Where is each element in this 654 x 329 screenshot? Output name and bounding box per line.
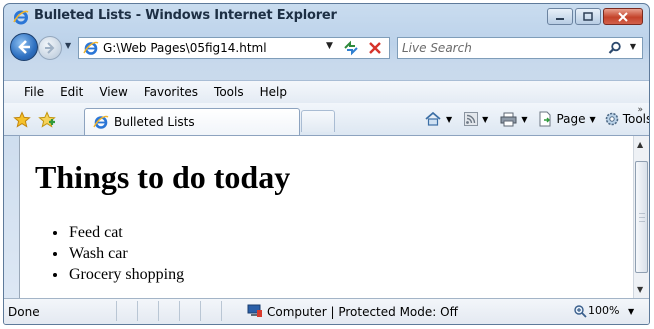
menu-file[interactable]: File — [16, 81, 52, 103]
forward-icon — [45, 42, 55, 54]
window-title: Bulleted Lists - Windows Internet Explor… — [34, 8, 337, 23]
status-panels — [116, 301, 242, 321]
menu-help[interactable]: Help — [252, 81, 295, 103]
page-content: Things to do today Feed cat Wash car Gro… — [19, 136, 633, 298]
list-item: Wash car — [68, 243, 184, 264]
feeds-icon — [464, 112, 479, 126]
zoom-icon — [574, 305, 587, 318]
page-heading: Things to do today — [35, 159, 291, 195]
tab-bulleted-lists[interactable]: Bulleted Lists — [84, 108, 300, 135]
address-url: G:\Web Pages\05fig14.html — [103, 41, 267, 55]
command-bar: ▼ ▼ ▼ Page ▼ Tools — [424, 111, 650, 127]
minimize-icon — [556, 17, 564, 20]
menu-favorites[interactable]: Favorites — [136, 81, 206, 103]
tools-menu-button[interactable]: Tools ▼ — [604, 111, 650, 127]
address-row: ▼ G:\Web Pages\05fig14.html ▼ Live Searc… — [4, 31, 649, 67]
scrollbar-thumb[interactable]: ― ― ― — [635, 161, 648, 273]
search-dropdown[interactable]: ▼ — [630, 42, 636, 51]
status-bar: Done Computer | Protected Mode: Off 100%… — [4, 298, 649, 324]
close-icon — [618, 11, 628, 22]
menu-tools[interactable]: Tools — [206, 81, 252, 103]
menu-edit[interactable]: Edit — [52, 81, 91, 103]
zoom-level[interactable]: 100% — [588, 304, 619, 317]
menu-view[interactable]: View — [91, 81, 135, 103]
page-menu-button[interactable]: Page ▼ — [537, 111, 596, 127]
back-button[interactable] — [10, 33, 38, 61]
favorites-star-icon[interactable] — [13, 111, 31, 129]
search-icon[interactable] — [608, 41, 622, 55]
home-button[interactable]: ▼ — [424, 111, 452, 127]
page-icon — [539, 111, 551, 127]
computer-zone-icon — [247, 304, 262, 317]
status-text: Done — [8, 305, 40, 319]
title-bar: Bulleted Lists - Windows Internet Explor… — [4, 4, 649, 30]
tab-bar: Bulleted Lists ▼ ▼ ▼ Page ▼ Tools » — [4, 103, 649, 136]
recent-pages-dropdown[interactable]: ▼ — [65, 41, 71, 50]
home-icon — [425, 111, 441, 126]
print-button[interactable]: ▼ — [500, 112, 527, 127]
back-icon — [18, 40, 30, 54]
minimize-button[interactable] — [547, 8, 573, 25]
address-dropdown[interactable]: ▼ — [326, 41, 333, 51]
tools-menu-label: Tools — [622, 112, 650, 126]
maximize-icon — [583, 12, 593, 21]
maximize-button[interactable] — [575, 8, 601, 25]
zoom-dropdown[interactable]: ▼ — [628, 307, 634, 316]
tools-gear-icon — [605, 112, 618, 126]
tab-label: Bulleted Lists — [114, 115, 195, 129]
ie-page-icon — [83, 41, 99, 55]
scroll-grip-icon: ― ― ― — [639, 210, 645, 225]
refresh-icon[interactable] — [342, 40, 360, 56]
todo-list: Feed cat Wash car Grocery shopping — [44, 222, 184, 285]
feeds-button[interactable]: ▼ — [464, 112, 488, 126]
toolbar-overflow-chevron[interactable]: » — [637, 105, 643, 115]
stop-icon[interactable] — [367, 40, 383, 56]
scroll-up-arrow[interactable]: ▲ — [637, 140, 643, 149]
close-button[interactable] — [603, 8, 643, 25]
add-favorites-icon[interactable] — [38, 111, 56, 129]
new-tab-button[interactable] — [301, 110, 335, 132]
search-input[interactable] — [402, 40, 602, 56]
menu-bar: File Edit View Favorites Tools Help — [4, 80, 649, 103]
browser-window: Bulleted Lists - Windows Internet Explor… — [3, 3, 650, 325]
address-bar[interactable]: G:\Web Pages\05fig14.html ▼ — [78, 37, 390, 59]
ie-tab-icon — [93, 115, 109, 129]
security-zone-text[interactable]: Computer | Protected Mode: Off — [267, 305, 458, 319]
list-item: Grocery shopping — [68, 264, 184, 285]
page-menu-label: Page — [556, 112, 586, 126]
search-box[interactable]: ▼ — [397, 37, 643, 59]
forward-button[interactable] — [38, 36, 62, 60]
print-icon — [500, 112, 517, 126]
vertical-scrollbar[interactable]: ▲ ― ― ― ▼ — [633, 136, 649, 298]
list-item: Feed cat — [68, 222, 184, 243]
scroll-down-arrow[interactable]: ▼ — [637, 285, 643, 294]
ie-logo-icon — [13, 10, 29, 25]
